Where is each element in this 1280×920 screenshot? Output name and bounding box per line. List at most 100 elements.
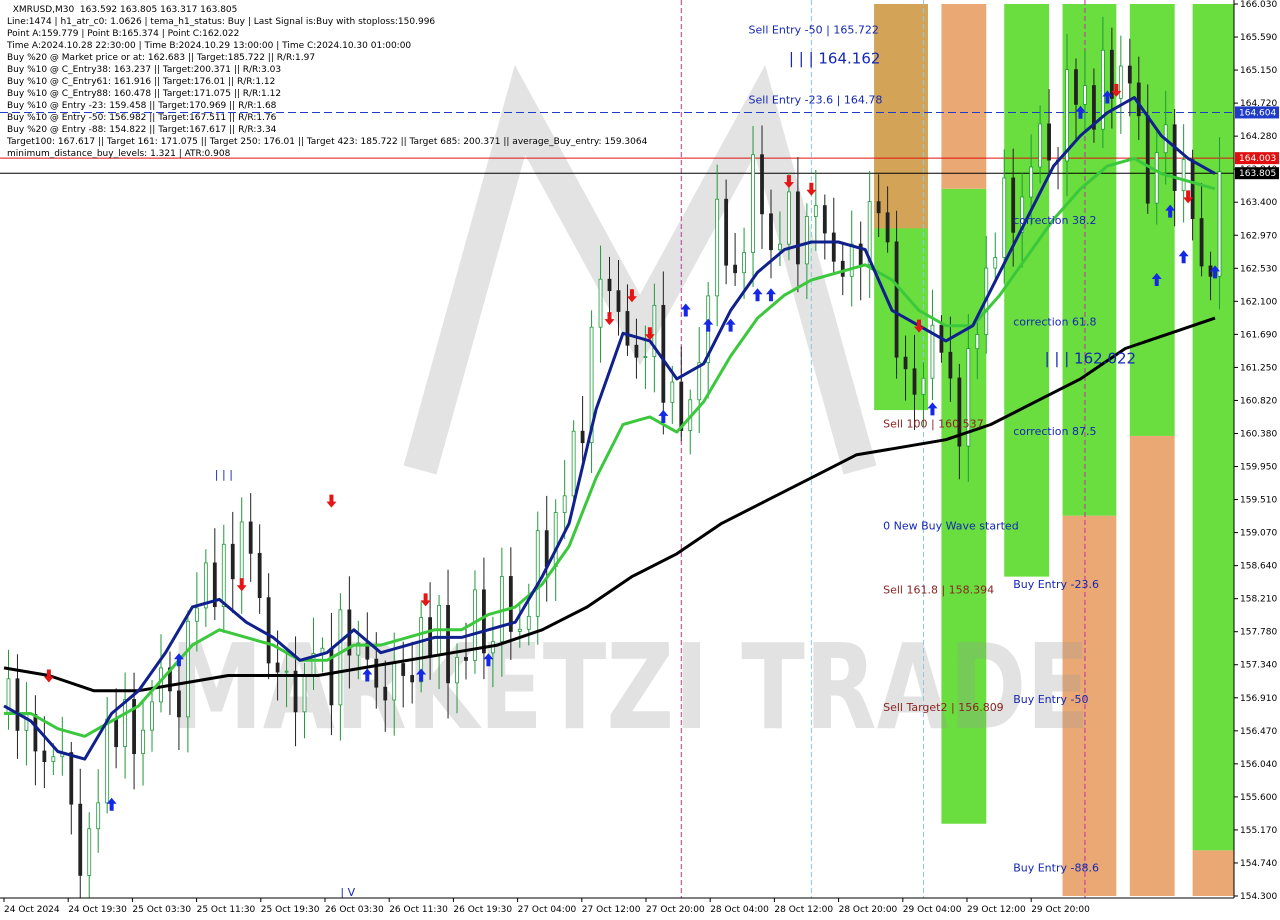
candle-body [1127, 65, 1132, 84]
y-tick-label: 154.740 [1240, 859, 1277, 869]
zone-bar [1004, 4, 1050, 577]
watermark-text: MARKETZI TRADE [170, 618, 1090, 756]
y-tick-label: 160.380 [1240, 429, 1277, 439]
candle-body [849, 243, 854, 277]
x-tick-label: 24 Oct 19:30 [68, 905, 127, 915]
x-tick-label: 28 Oct 20:00 [839, 905, 898, 915]
candle-body [1083, 85, 1087, 105]
candle-body [760, 154, 764, 215]
candle-body [840, 260, 845, 277]
candle-body [42, 750, 47, 763]
x-tick-label: 25 Oct 03:30 [132, 905, 191, 915]
candle-body [1065, 69, 1069, 162]
candle-body [1047, 123, 1051, 161]
x-tick-label: 25 Oct 11:30 [197, 905, 256, 915]
y-tick-label: 157.780 [1240, 628, 1277, 638]
candle-body [1145, 115, 1150, 204]
y-tick-label: 155.600 [1240, 793, 1277, 803]
candle-body [123, 699, 128, 748]
chart-annotation: 0 New Buy Wave started [883, 519, 1019, 532]
candle-body [194, 607, 199, 622]
y-tick-label: 162.530 [1240, 264, 1277, 274]
candle-body [813, 205, 818, 217]
candle-body [876, 201, 881, 214]
candle-body [105, 718, 110, 804]
x-tick-label: 27 Oct 20:00 [646, 905, 705, 915]
candle-body [410, 675, 415, 683]
candle-body [302, 676, 307, 713]
zone-bar [941, 4, 987, 189]
chart-annotation: | V [340, 886, 355, 899]
candle-body [150, 701, 154, 731]
candle-body [257, 552, 262, 599]
candle-body [894, 241, 899, 358]
candle-body [769, 213, 773, 251]
zone-bar [1062, 4, 1117, 516]
y-tick-label: 163.400 [1240, 198, 1277, 208]
candle-body [643, 356, 648, 358]
info-line: Buy %20 @ Entry -88: 154.822 || Target:1… [7, 125, 277, 135]
candle-body [975, 334, 980, 350]
y-tick-label: 162.100 [1240, 297, 1277, 307]
candle-body [96, 802, 101, 830]
x-tick-label: 25 Oct 19:30 [261, 905, 320, 915]
candle-body [562, 495, 567, 513]
candle-body [114, 718, 119, 748]
y-tick-label: 165.590 [1240, 33, 1277, 43]
candle-body [544, 530, 549, 567]
info-line: Buy %10 @ Entry -50: 156.982 || Target:1… [7, 113, 277, 123]
x-tick-label: 24 Oct 2024 [4, 905, 60, 915]
chart-annotation: Buy Entry -23.6 [1013, 578, 1099, 591]
candle-body [742, 252, 746, 274]
info-line: Buy %10 @ C_Entry61: 161.916 || Target:1… [7, 77, 276, 87]
candle-body [401, 663, 406, 676]
chart-annotation: Buy Entry -50 [1013, 693, 1088, 706]
candle-body [822, 205, 827, 234]
candle-body [203, 562, 208, 609]
info-line: minimum_distance_buy_levels: 1.321 | ATR… [7, 149, 231, 159]
chart-annotation: Sell 100 | 160.537 [883, 418, 984, 431]
y-tick-label: 165.150 [1240, 66, 1277, 76]
chart-annotation: correction 61.8 [1013, 316, 1096, 329]
y-tick-label: 161.250 [1240, 363, 1277, 373]
candle-body [948, 351, 953, 379]
candle-body [831, 232, 836, 262]
chart-annotation: | | | 162.022 [1045, 350, 1137, 368]
price-tag-label: 163.805 [1239, 169, 1276, 179]
candle-body [1154, 152, 1159, 204]
y-tick-label: 158.210 [1240, 595, 1277, 605]
candle-body [1136, 82, 1141, 117]
x-tick-label: 29 Oct 12:00 [967, 905, 1026, 915]
candle-body [1181, 159, 1186, 191]
x-tick-label: 27 Oct 12:00 [582, 905, 641, 915]
y-tick-label: 156.470 [1240, 727, 1277, 737]
y-tick-label: 159.070 [1240, 529, 1277, 539]
candle-body [679, 381, 684, 431]
info-line: Target100: 167.617 || Target 161: 171.07… [7, 137, 648, 147]
zone-bar [874, 4, 928, 229]
candle-body [230, 543, 235, 580]
chart-annotation: | | | [215, 468, 233, 481]
price-axis: 166.030165.590165.150164.720164.280163.8… [1233, 0, 1280, 920]
y-tick-label: 158.640 [1240, 562, 1277, 572]
candle-body [275, 662, 280, 673]
x-tick-label: 29 Oct 20:00 [1031, 905, 1090, 915]
candle-body [571, 430, 576, 497]
candle-body [69, 752, 74, 805]
x-tick-label: 26 Oct 11:30 [389, 905, 448, 915]
candle-body [1217, 171, 1222, 277]
candle-body [1190, 159, 1195, 219]
candle-body [374, 658, 379, 688]
y-tick-label: 162.970 [1240, 231, 1277, 241]
price-tag-label: 164.003 [1239, 154, 1276, 164]
y-tick-label: 154.300 [1240, 892, 1277, 902]
chart-annotation: correction 38.2 [1013, 214, 1096, 227]
zone-bar [1129, 435, 1175, 896]
candle-body [580, 430, 585, 444]
zone-bar [1192, 850, 1238, 896]
candle-body [553, 512, 558, 567]
candle-body [616, 290, 621, 312]
candle-body [921, 377, 926, 395]
x-tick-label: 28 Oct 04:00 [710, 905, 769, 915]
candle-body [903, 356, 908, 370]
